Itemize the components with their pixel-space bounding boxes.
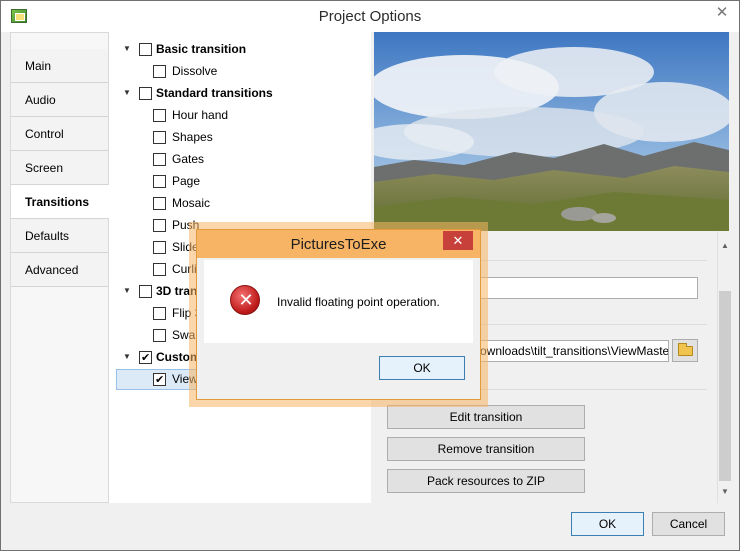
tree-item-label: Page — [172, 174, 201, 188]
edit-transition-button[interactable]: Edit transition — [387, 405, 585, 429]
checkbox[interactable] — [153, 131, 166, 144]
dialog-footer: OK Cancel — [1, 503, 739, 550]
cancel-button[interactable]: Cancel — [652, 512, 725, 536]
expand-arrow-icon[interactable]: ▼ — [123, 348, 133, 366]
dialog-button-area: OK — [204, 343, 473, 393]
tree-item-hour-hand[interactable]: Hour hand — [153, 106, 353, 124]
tree-item-label: View — [172, 372, 198, 386]
title-bar: Project Options ✕ — [1, 1, 739, 32]
tree-group-basic[interactable]: ▼ Basic transition — [123, 40, 363, 58]
sidebar: Main Audio Control Screen Transitions De… — [10, 32, 110, 503]
tree-item-label: Curli — [172, 262, 197, 276]
ok-button[interactable]: OK — [571, 512, 644, 536]
tree-item-shapes[interactable]: Shapes — [153, 128, 353, 146]
window-title: Project Options — [318, 8, 422, 25]
divider — [475, 260, 707, 261]
browse-folder-button[interactable] — [672, 339, 698, 362]
checkbox[interactable] — [153, 153, 166, 166]
dialog-ok-button[interactable]: OK — [379, 356, 465, 380]
tab-transitions[interactable]: Transitions — [11, 185, 110, 219]
divider — [475, 324, 707, 325]
checkbox[interactable] — [153, 329, 166, 342]
close-icon[interactable]: ✕ — [443, 231, 473, 250]
tree-item-dissolve[interactable]: Dissolve — [153, 62, 353, 80]
checkbox[interactable] — [153, 109, 166, 122]
expand-arrow-icon[interactable]: ▼ — [123, 40, 133, 58]
tree-item-label: Hour hand — [172, 108, 229, 122]
checkbox[interactable] — [153, 263, 166, 276]
tree-group-label: Basic transition — [156, 42, 247, 56]
checkbox[interactable] — [139, 285, 152, 298]
checkbox[interactable] — [153, 307, 166, 320]
tab-audio[interactable]: Audio — [11, 83, 108, 117]
landscape-preview — [374, 32, 729, 231]
scroll-down-icon[interactable]: ▼ — [718, 485, 732, 499]
tree-group-label: 3D tran — [156, 284, 198, 298]
checkbox[interactable] — [139, 87, 152, 100]
checkbox-checked[interactable] — [139, 349, 152, 367]
expand-arrow-icon[interactable]: ▼ — [123, 84, 133, 102]
tree-item-label: Dissolve — [172, 64, 218, 78]
tab-screen[interactable]: Screen — [11, 151, 108, 185]
tree-item-label: Mosaic — [172, 196, 211, 210]
pack-resources-button[interactable]: Pack resources to ZIP — [387, 469, 585, 493]
checkbox[interactable] — [139, 43, 152, 56]
tab-defaults[interactable]: Defaults — [11, 219, 108, 253]
tree-item-label: Slide — [172, 240, 199, 254]
scroll-up-icon[interactable]: ▲ — [718, 239, 732, 253]
scroll-thumb[interactable] — [719, 291, 731, 481]
dialog-body: Invalid floating point operation. — [204, 260, 473, 343]
folder-icon — [678, 343, 693, 356]
checkbox[interactable] — [153, 219, 166, 232]
checkbox[interactable] — [153, 65, 166, 78]
close-icon[interactable]: ✕ — [707, 2, 737, 24]
tree-group-standard[interactable]: ▼ Standard transitions — [123, 84, 363, 102]
error-dialog: PicturesToExe ✕ Invalid floating point o… — [196, 229, 481, 400]
tab-main[interactable]: Main — [11, 49, 108, 83]
tree-item-page[interactable]: Page — [153, 172, 353, 190]
tree-item-gates[interactable]: Gates — [153, 150, 353, 168]
tree-item-mosaic[interactable]: Mosaic — [153, 194, 353, 212]
tab-control[interactable]: Control — [11, 117, 108, 151]
panel-scrollbar[interactable]: ▲ ▼ — [717, 231, 732, 503]
checkbox[interactable] — [153, 241, 166, 254]
checkbox[interactable] — [153, 175, 166, 188]
remove-transition-button[interactable]: Remove transition — [387, 437, 585, 461]
checkbox[interactable] — [153, 197, 166, 210]
error-message: Invalid floating point operation. — [277, 295, 440, 309]
path-input[interactable]: ownloads\tilt_transitions\ViewMaste — [477, 340, 669, 362]
tree-item-label: Shapes — [172, 130, 213, 144]
tab-advanced[interactable]: Advanced — [11, 253, 108, 287]
expand-arrow-icon[interactable]: ▼ — [123, 282, 133, 300]
error-icon — [230, 285, 261, 315]
dialog-title-bar: PicturesToExe ✕ — [197, 230, 480, 258]
name-input[interactable] — [477, 277, 698, 299]
dialog-title: PicturesToExe — [290, 236, 387, 253]
checkbox-checked[interactable] — [153, 371, 166, 389]
transition-preview-image — [374, 32, 729, 231]
tree-group-label: Standard transitions — [156, 86, 273, 100]
tree-item-label: Gates — [172, 152, 205, 166]
tree-group-label: Custom — [156, 350, 201, 364]
